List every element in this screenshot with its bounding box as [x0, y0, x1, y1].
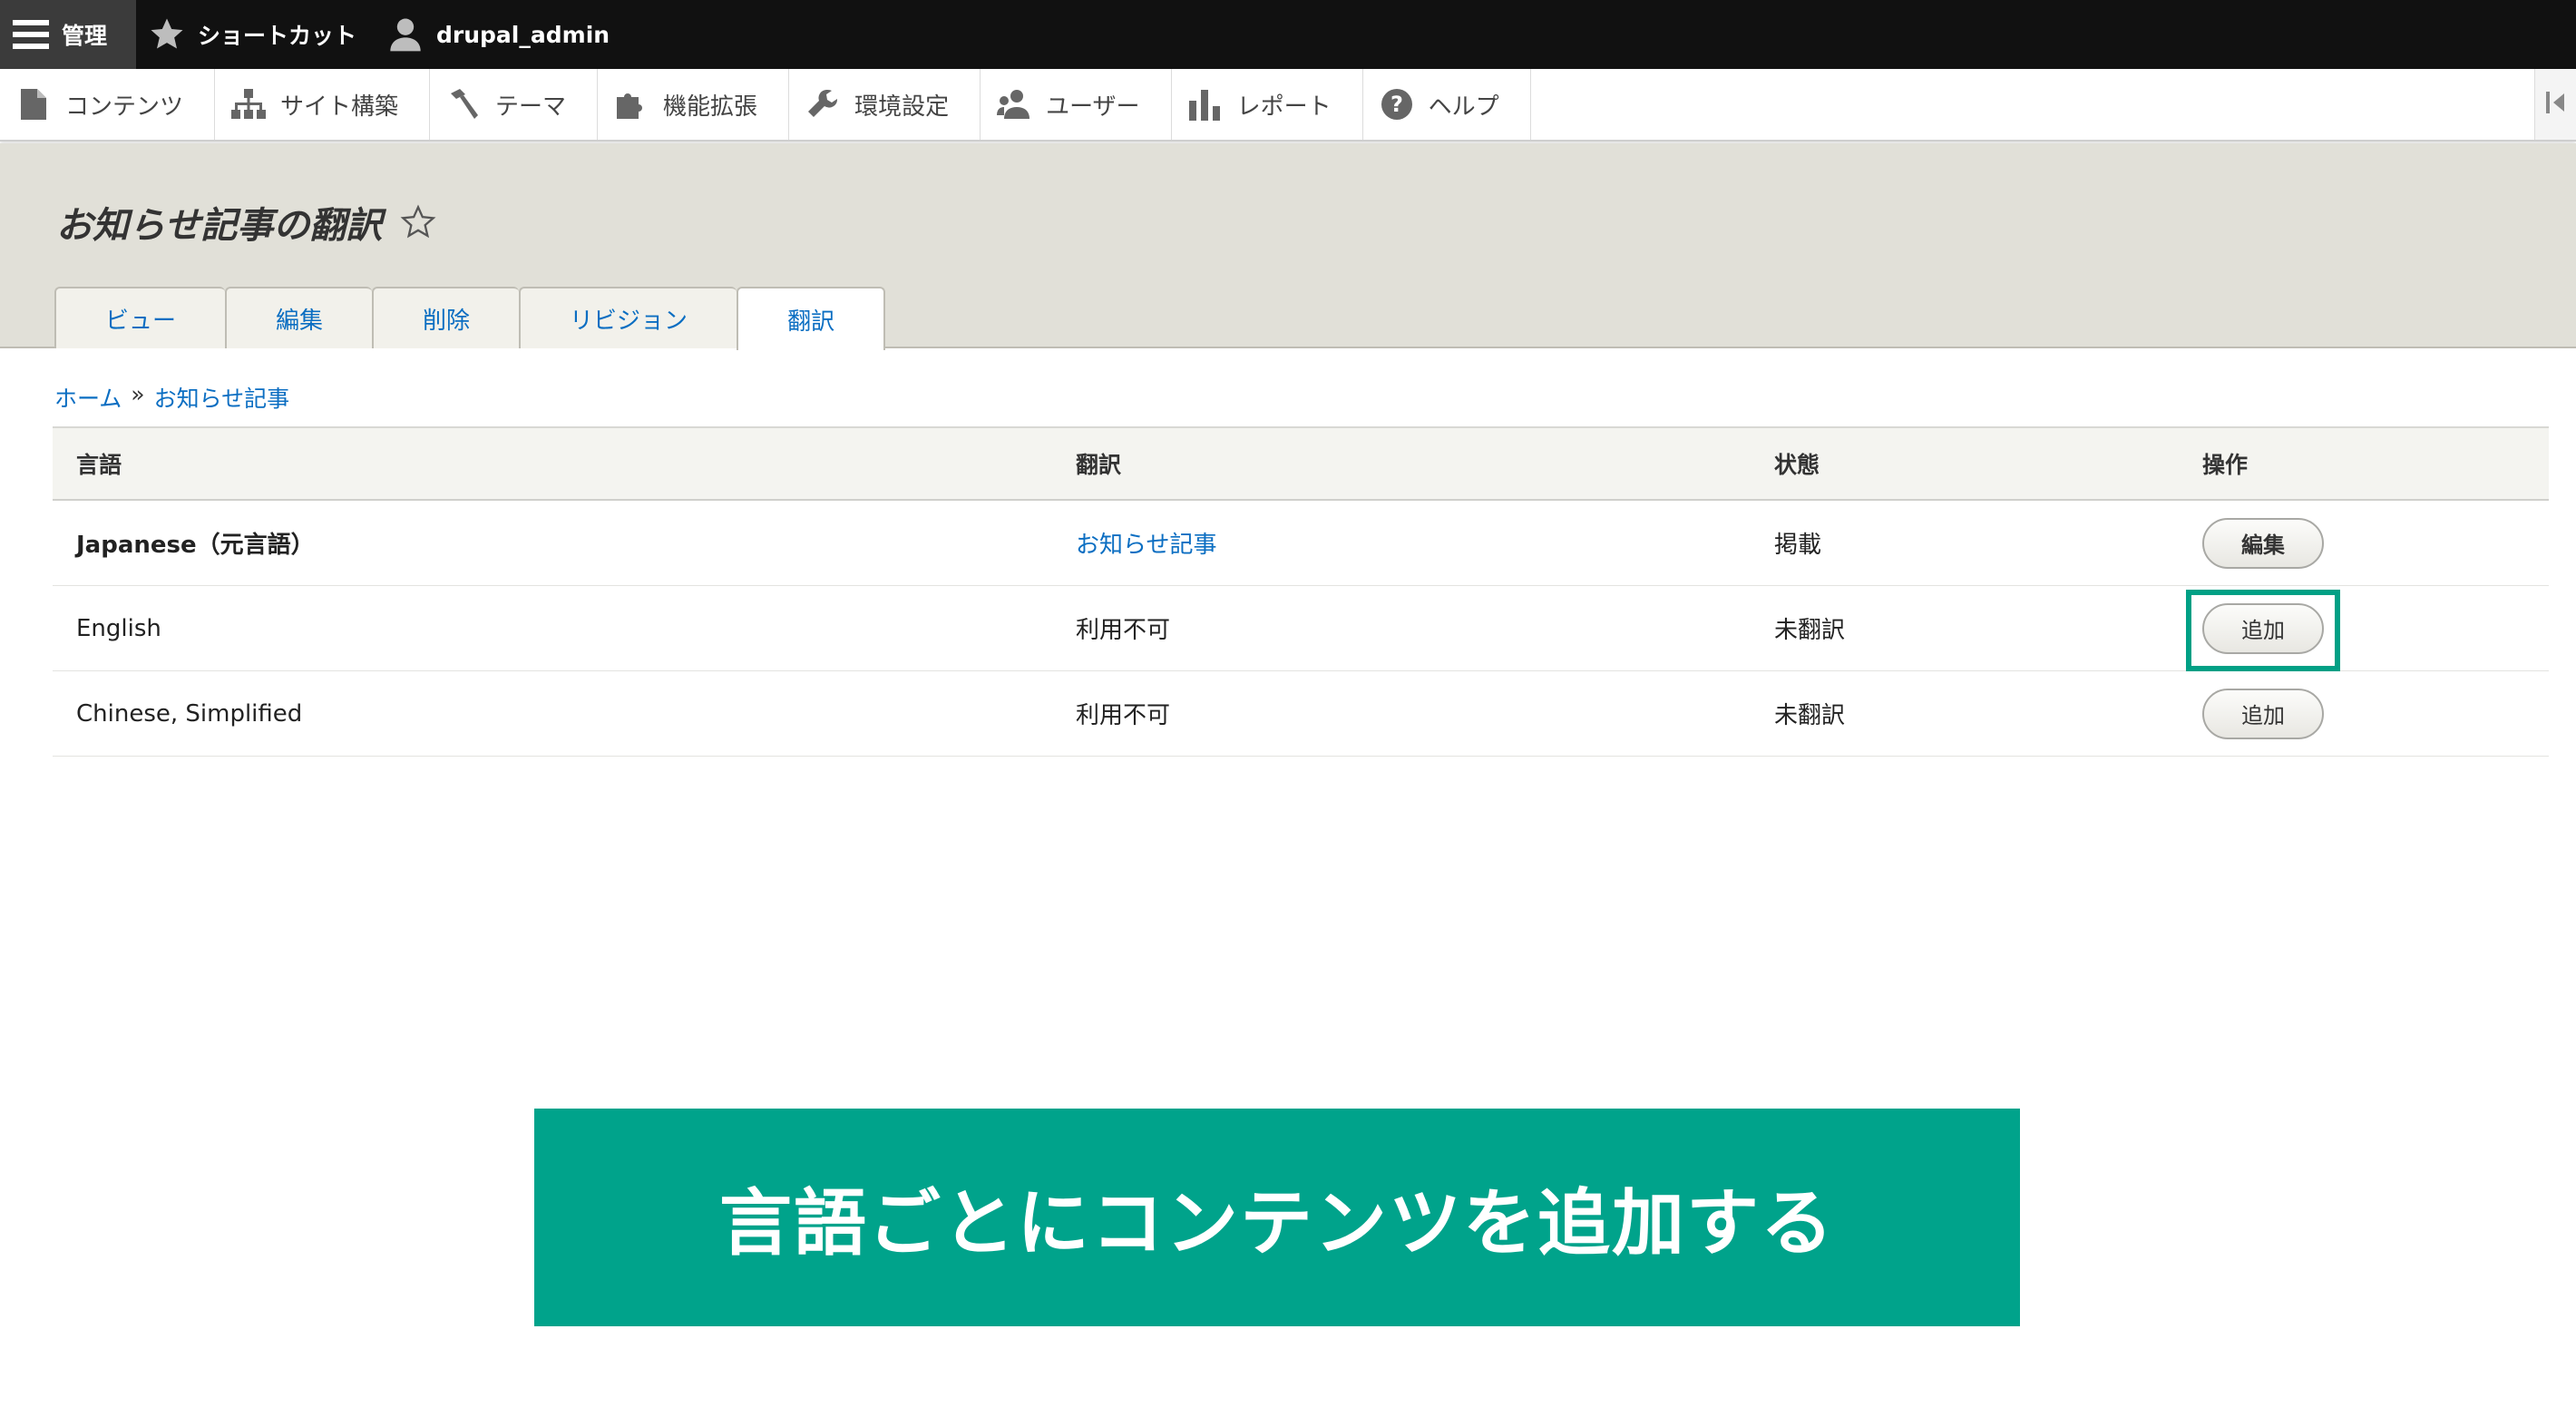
puzzle-icon: [614, 87, 649, 122]
column-header-status: 状態: [1774, 452, 1820, 478]
hamburger-menu-icon: [13, 16, 49, 53]
menu-item-structure[interactable]: サイト構築: [215, 69, 431, 140]
table-row: English 利用不可 未翻訳 追加: [53, 586, 2549, 671]
menu-item-content[interactable]: コンテンツ: [0, 69, 216, 140]
highlight-box: [2186, 590, 2340, 671]
row-status: 未翻訳: [1774, 617, 1846, 644]
menu-item-label: 機能拡張: [663, 93, 758, 121]
menu-item-label: 環境設定: [854, 93, 950, 121]
paint-icon: [446, 87, 481, 122]
row-operations: 追加: [2202, 671, 2549, 756]
toolbar-user[interactable]: drupal_admin: [375, 0, 628, 69]
breadcrumb-current[interactable]: お知らせ記事: [154, 381, 290, 414]
sitemap-icon: [231, 87, 267, 122]
user-icon: [387, 16, 424, 53]
column-header-language: 言語: [76, 452, 122, 478]
star-icon: [149, 16, 185, 53]
file-icon: [16, 87, 51, 122]
column-header-translation: 翻訳: [1076, 452, 1122, 478]
toolbar-user-label: drupal_admin: [436, 21, 610, 48]
table-row: Japanese（元言語） お知らせ記事 掲載 編集: [53, 501, 2549, 586]
toolbar-orientation-toggle[interactable]: [2534, 69, 2576, 140]
menu-item-reports[interactable]: レポート: [1172, 69, 1363, 140]
row-status: 掲載: [1774, 532, 1822, 559]
row-language: English: [76, 614, 161, 642]
admin-menu-bar: コンテンツ サイト構築 テーマ 機能拡張 環境設定 ユーザー レポート ? ヘル…: [0, 69, 2576, 142]
menu-item-appearance[interactable]: テーマ: [430, 69, 599, 140]
toolbar-manage-label: 管理: [62, 23, 108, 49]
bar-chart-icon: [1188, 87, 1223, 122]
help-icon: ?: [1380, 87, 1414, 122]
people-icon: [997, 87, 1031, 122]
menu-item-label: テーマ: [495, 93, 567, 121]
column-header-operations: 操作: [2202, 452, 2249, 478]
svg-text:?: ?: [1390, 92, 1403, 117]
menu-item-label: ヘルプ: [1428, 93, 1499, 121]
toolbar-shortcuts[interactable]: ショートカット: [136, 0, 375, 69]
toolbar-shortcuts-label: ショートカット: [198, 23, 357, 49]
menu-item-help[interactable]: ? ヘルプ: [1363, 69, 1531, 140]
menu-item-label: ユーザー: [1046, 93, 1140, 121]
menu-item-config[interactable]: 環境設定: [789, 69, 981, 140]
row-translation: 利用不可: [1076, 702, 1171, 729]
translations-table: 言語 翻訳 状態 操作 Japanese（元言語） お知らせ記事 掲載 編集 E…: [53, 426, 2549, 757]
collapse-arrow-icon: [2545, 90, 2566, 119]
tab-revisions[interactable]: リビジョン: [519, 287, 737, 348]
toolbar-manage[interactable]: 管理: [0, 0, 136, 69]
primary-tabs: ビュー 編集 削除 リビジョン 翻訳: [54, 287, 886, 350]
row-translation: 利用不可: [1076, 617, 1171, 644]
tab-view[interactable]: ビュー: [54, 287, 226, 348]
page-title-text: お知らせ記事の翻訳: [56, 205, 383, 247]
tab-translate[interactable]: 翻訳: [737, 287, 886, 350]
admin-toolbar: 管理 ショートカット drupal_admin: [0, 0, 2576, 69]
row-status: 未翻訳: [1774, 702, 1846, 729]
row-operations: 編集: [2202, 501, 2549, 585]
menu-item-extend[interactable]: 機能拡張: [598, 69, 790, 140]
menu-item-label: サイト構築: [280, 93, 399, 121]
favorite-star-icon[interactable]: [400, 204, 436, 240]
caption-banner: 言語ごとにコンテンツを追加する: [534, 1109, 2020, 1326]
wrench-icon: [805, 87, 840, 122]
table-row: Chinese, Simplified 利用不可 未翻訳 追加: [53, 671, 2549, 757]
edit-button[interactable]: 編集: [2202, 517, 2324, 569]
table-header: 言語 翻訳 状態 操作: [53, 426, 2549, 501]
breadcrumb: ホーム » お知らせ記事: [54, 381, 289, 414]
add-button[interactable]: 追加: [2202, 688, 2324, 739]
row-language: Chinese, Simplified: [76, 699, 303, 728]
row-translation-link[interactable]: お知らせ記事: [1074, 526, 1772, 560]
tab-edit[interactable]: 編集: [225, 287, 373, 348]
page-title: お知らせ記事の翻訳: [56, 196, 436, 249]
breadcrumb-home[interactable]: ホーム: [54, 381, 122, 414]
page-header: お知らせ記事の翻訳 ビュー 編集 削除 リビジョン 翻訳: [0, 143, 2576, 350]
menu-item-label: コンテンツ: [65, 93, 184, 121]
menu-item-label: レポート: [1236, 93, 1332, 121]
menu-item-people[interactable]: ユーザー: [981, 69, 1172, 140]
tab-delete[interactable]: 削除: [372, 287, 520, 348]
breadcrumb-separator: »: [131, 381, 145, 407]
row-language: Japanese（元言語）: [76, 532, 315, 559]
row-operations: 追加: [2186, 586, 2549, 671]
